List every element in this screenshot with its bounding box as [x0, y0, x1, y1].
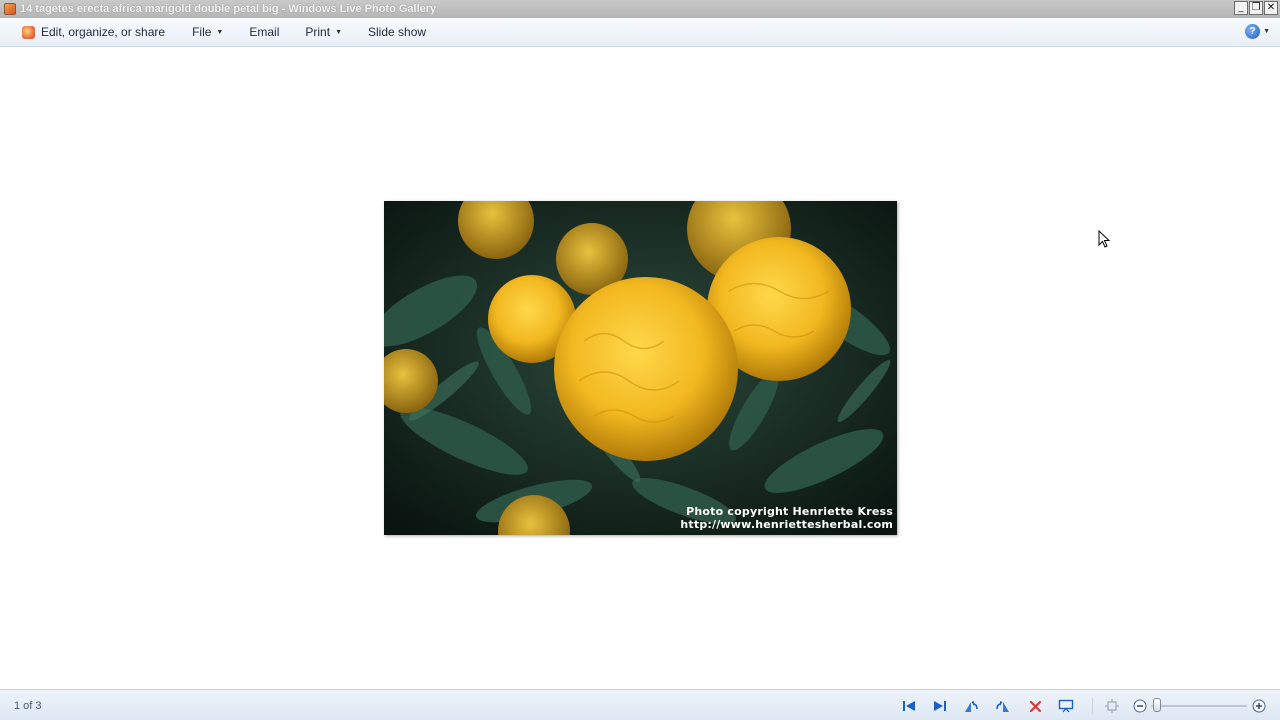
zoom-out-icon	[1133, 699, 1147, 713]
copyright-url: http://www.henriettesherbal.com	[680, 518, 893, 531]
status-bar: 1 of 3	[0, 689, 1280, 720]
help-menu[interactable]: ? ▼	[1245, 24, 1270, 39]
photo-viewer-image[interactable]: Photo copyright Henriette Kress http://w…	[384, 201, 897, 535]
zoom-out-button[interactable]	[1132, 698, 1148, 714]
chevron-down-icon: ▼	[335, 28, 342, 36]
next-button[interactable]	[932, 698, 948, 714]
minimize-button[interactable]: _	[1234, 1, 1248, 15]
email-button[interactable]: Email	[236, 18, 292, 46]
window-controls: _ ❐ ✕	[1234, 1, 1278, 15]
photo-copyright-watermark: Photo copyright Henriette Kress http://w…	[680, 505, 893, 531]
chevron-down-icon: ▼	[216, 28, 224, 36]
previous-icon	[903, 701, 915, 711]
zoom-in-icon	[1252, 699, 1266, 713]
rotate-left-icon	[965, 701, 978, 712]
file-menu[interactable]: File ▼	[178, 18, 236, 46]
photo-gallery-app-icon	[4, 3, 16, 15]
rotate-right-button[interactable]	[995, 698, 1011, 714]
title-bar: 14 tagetes erecta africa marigold double…	[0, 0, 1280, 18]
close-button[interactable]: ✕	[1264, 1, 1278, 15]
menu-bar: Edit, organize, or share File ▼ Email Pr…	[0, 18, 1280, 47]
delete-icon	[1029, 700, 1041, 712]
file-menu-label: File	[192, 25, 212, 39]
play-slide-show-button[interactable]	[1058, 698, 1074, 714]
rotate-left-button[interactable]	[963, 698, 979, 714]
marigold-photo	[384, 201, 897, 535]
toolbar-separator	[1092, 698, 1093, 714]
email-label: Email	[249, 25, 280, 39]
print-menu-label: Print	[305, 25, 331, 39]
slideshow-icon	[1058, 699, 1074, 713]
help-icon: ?	[1245, 24, 1261, 39]
zoom-slider-track[interactable]	[1151, 705, 1247, 707]
chevron-down-icon: ▼	[1263, 28, 1270, 35]
zoom-in-button[interactable]	[1251, 698, 1267, 714]
slide-show-button[interactable]: Slide show	[355, 18, 439, 46]
edit-share-icon	[22, 25, 35, 39]
actual-size-button[interactable]	[1104, 698, 1120, 714]
zoom-slider-thumb[interactable]	[1153, 698, 1161, 712]
image-counter: 1 of 3	[14, 700, 42, 712]
edit-organize-share-label: Edit, organize, or share	[41, 25, 166, 39]
rotate-right-icon	[996, 701, 1009, 712]
next-icon	[934, 701, 946, 711]
copyright-line: Photo copyright Henriette Kress	[686, 505, 893, 518]
slide-show-label: Slide show	[368, 25, 427, 39]
edit-organize-share-button[interactable]: Edit, organize, or share	[0, 18, 178, 46]
restore-button[interactable]: ❐	[1249, 1, 1263, 15]
window-title: 14 tagetes erecta africa marigold double…	[20, 3, 437, 15]
actual-size-icon	[1105, 699, 1119, 713]
delete-button[interactable]	[1027, 698, 1043, 714]
print-menu[interactable]: Print ▼	[292, 18, 355, 46]
mouse-cursor-icon	[1098, 230, 1110, 248]
previous-button[interactable]	[901, 698, 917, 714]
